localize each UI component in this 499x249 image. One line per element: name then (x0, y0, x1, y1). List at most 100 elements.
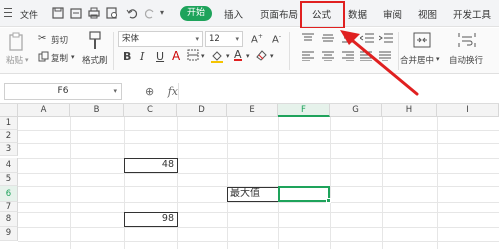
chevron-down-icon: ▾ (235, 35, 239, 43)
tab-home[interactable]: 开始 (180, 6, 212, 21)
distributed-align-icon[interactable] (379, 51, 391, 64)
paste-icon[interactable] (8, 32, 26, 55)
print-icon[interactable] (88, 7, 100, 19)
column-header-i[interactable]: I (437, 104, 499, 117)
column-header-b[interactable]: B (70, 104, 124, 117)
gridline (18, 158, 499, 159)
formula-input[interactable] (178, 83, 496, 100)
row-header-9[interactable]: 9 (0, 227, 18, 241)
border-icon[interactable] (187, 49, 199, 64)
fx-icon[interactable]: fx (168, 85, 178, 98)
menu-bar: 文件 ▾ 开始 插入 页面布局 公式 数据 审阅 视图 开发工具 (0, 0, 499, 27)
zoom-icon[interactable]: ⊕ (145, 85, 154, 98)
row-header-5[interactable]: 5 (0, 173, 18, 186)
indent-decrease-icon[interactable] (359, 33, 374, 46)
row-header-4[interactable]: 4 (0, 158, 18, 173)
gridline (124, 117, 125, 249)
format-painter-icon[interactable] (88, 31, 102, 54)
underline-icon[interactable]: U (156, 50, 164, 63)
tab-view[interactable]: 视图 (418, 7, 437, 21)
align-right-icon[interactable] (342, 51, 354, 64)
row-header-8[interactable]: 8 (0, 212, 18, 227)
wrap-text-icon[interactable] (458, 32, 476, 51)
format-painter-button[interactable]: 格式刷 (82, 54, 108, 66)
clear-format-icon[interactable] (255, 49, 268, 64)
column-header-g[interactable]: G (330, 104, 382, 117)
font-size-value: 12 (209, 34, 220, 44)
qat-dropdown-icon[interactable]: ▾ (160, 8, 172, 20)
font-name-select[interactable]: 宋体 ▾ (118, 31, 203, 47)
copy-dropdown-icon[interactable]: ▾ (71, 53, 75, 61)
select-all-corner[interactable] (0, 104, 18, 117)
justify-icon[interactable] (360, 51, 372, 64)
undo-icon[interactable] (126, 7, 138, 19)
align-bottom-icon[interactable] (342, 33, 354, 46)
column-header-f[interactable]: F (278, 104, 330, 117)
tab-developer[interactable]: 开发工具 (453, 7, 491, 21)
cut-icon[interactable]: ✂ (38, 33, 46, 44)
italic-icon[interactable]: I (140, 50, 144, 63)
print-preview-icon[interactable] (106, 7, 118, 19)
name-box[interactable]: F6 ▾ (4, 83, 122, 100)
chevron-down-icon: ▾ (195, 35, 199, 43)
column-header-h[interactable]: H (382, 104, 437, 117)
row-header-7[interactable]: 7 (0, 202, 18, 212)
border-dropdown-icon[interactable]: ▾ (201, 52, 205, 60)
font-size-select[interactable]: 12 ▾ (205, 31, 243, 47)
paste-dropdown-icon[interactable]: ▾ (25, 56, 29, 64)
name-box-value: F6 (57, 86, 69, 96)
column-header-a[interactable]: A (18, 104, 70, 117)
bold-icon[interactable]: B (123, 50, 131, 63)
cell-e6[interactable]: 最大值 (227, 187, 279, 202)
align-left-icon[interactable] (302, 51, 314, 64)
strikethrough-icon[interactable]: A (172, 49, 180, 63)
export-icon[interactable] (70, 7, 82, 19)
spreadsheet-grid: A B C D E F G H I 1 2 3 4 5 6 7 8 9 48 最… (0, 104, 499, 249)
tab-insert[interactable]: 插入 (224, 7, 243, 21)
fill-handle[interactable] (326, 198, 331, 203)
decrease-font-icon[interactable]: A- (272, 33, 281, 45)
column-header-e[interactable]: E (227, 104, 278, 117)
row-header-1[interactable]: 1 (0, 117, 18, 130)
font-color-icon[interactable]: A (234, 48, 242, 61)
clear-format-dropdown-icon[interactable]: ▾ (270, 52, 274, 60)
hamburger-icon[interactable] (4, 8, 12, 17)
align-middle-icon[interactable] (322, 33, 334, 46)
formulas-tab-highlight (300, 1, 345, 29)
ribbon-separator (289, 32, 290, 70)
gridline (70, 117, 71, 249)
wrap-text-button[interactable]: 自动换行 (449, 54, 483, 66)
active-cell-f6[interactable] (278, 186, 331, 203)
gridline (18, 241, 499, 242)
redo-icon[interactable] (144, 7, 156, 19)
fill-color-icon[interactable] (210, 49, 224, 66)
tab-page-layout[interactable]: 页面布局 (260, 7, 298, 21)
save-icon[interactable] (52, 7, 64, 19)
row-header-6[interactable]: 6 (0, 186, 18, 202)
align-top-icon[interactable] (302, 33, 314, 46)
row-header-2[interactable]: 2 (0, 130, 18, 143)
column-header-d[interactable]: D (177, 104, 227, 117)
align-center-icon[interactable] (322, 51, 334, 64)
gridline (18, 143, 499, 144)
merge-center-dropdown-icon[interactable]: ▾ (436, 55, 440, 63)
indent-increase-icon[interactable] (378, 33, 393, 46)
cell-c8[interactable]: 98 (124, 212, 178, 227)
row-header-3[interactable]: 3 (0, 143, 18, 156)
menu-file[interactable]: 文件 (20, 8, 38, 21)
increase-font-icon[interactable]: A+ (251, 33, 263, 45)
font-name-value: 宋体 (122, 34, 140, 44)
paste-button[interactable]: 粘贴 (6, 54, 23, 66)
cut-button[interactable]: 剪切 (51, 34, 68, 46)
gridline (18, 202, 499, 203)
column-header-c[interactable]: C (124, 104, 177, 117)
merge-center-icon[interactable] (413, 32, 431, 51)
tab-data[interactable]: 数据 (348, 7, 367, 21)
copy-button[interactable]: 复制 (51, 52, 68, 64)
cell-c4[interactable]: 48 (124, 158, 178, 173)
tab-review[interactable]: 审阅 (383, 7, 402, 21)
font-color-dropdown-icon[interactable]: ▾ (246, 52, 250, 60)
merge-center-button[interactable]: 合并居中 (400, 54, 434, 66)
copy-icon[interactable] (38, 51, 49, 65)
fill-color-dropdown-icon[interactable]: ▾ (226, 52, 230, 60)
